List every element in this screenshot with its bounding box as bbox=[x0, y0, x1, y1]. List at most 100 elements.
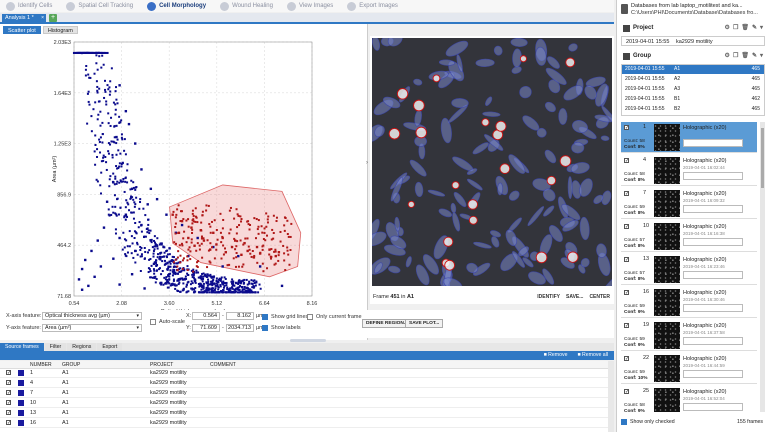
tab-filter[interactable]: Filter bbox=[44, 343, 67, 351]
project-select[interactable]: 2019-04-01 15:55 ka2929 motility bbox=[621, 36, 765, 46]
frame-comment-input[interactable] bbox=[683, 337, 743, 345]
y-min-input[interactable]: 71.609 bbox=[192, 324, 220, 332]
tab-histogram[interactable]: Histogram bbox=[42, 26, 78, 34]
wound-healing-button[interactable]: Wound Healing bbox=[220, 1, 273, 11]
x-min-input[interactable]: 0.564 bbox=[192, 312, 220, 320]
frame-comment-input[interactable] bbox=[683, 172, 743, 180]
only-current-frame-checkbox[interactable] bbox=[307, 314, 313, 320]
table-row[interactable]: ✓ 10 A1 ka2929 motility bbox=[0, 399, 608, 408]
tab-scatter-plot[interactable]: Scatter plot bbox=[3, 26, 41, 34]
col-comment[interactable]: COMMENT bbox=[210, 362, 236, 368]
group-row[interactable]: 2019-04-01 15:55 A2 465 bbox=[622, 75, 764, 84]
gear-icon[interactable]: ⚙ bbox=[725, 24, 730, 31]
frame-list-scrollbar[interactable] bbox=[760, 122, 765, 412]
show-labels-checkbox[interactable] bbox=[262, 325, 268, 331]
table-row[interactable]: ✓ 7 A1 ka2929 motility bbox=[0, 389, 608, 398]
frame-checkbox[interactable]: ✓ bbox=[624, 125, 629, 131]
analysis-tab[interactable]: Analysis 1 * × bbox=[2, 14, 46, 22]
row-checkbox[interactable]: ✓ bbox=[6, 380, 11, 386]
group-row[interactable]: 2019-04-01 15:55 A1 465 bbox=[622, 65, 764, 74]
spatial-tracking-button[interactable]: Spatial Cell Tracking bbox=[66, 1, 133, 11]
x-axis-feature-select[interactable]: Optical thickness avg (µm) bbox=[42, 312, 142, 320]
frame-checkbox[interactable]: ✓ bbox=[624, 389, 629, 395]
row-checkbox[interactable]: ✓ bbox=[6, 390, 11, 396]
show-only-checked-checkbox[interactable] bbox=[621, 419, 627, 425]
frame-comment-input[interactable] bbox=[683, 205, 743, 213]
frame-comment-input[interactable] bbox=[683, 403, 743, 411]
frame-comment-input[interactable] bbox=[683, 238, 743, 246]
copy-icon[interactable]: ❐ bbox=[733, 24, 738, 31]
table-row[interactable]: ✓ 16 A1 ka2929 motility bbox=[0, 419, 608, 428]
tab-export[interactable]: Export bbox=[97, 343, 123, 351]
copy-icon[interactable]: ❐ bbox=[733, 52, 738, 59]
group-row[interactable]: 2019-04-01 15:55 B1 462 bbox=[622, 95, 764, 104]
scatter-plot[interactable]: 0.54 2.08 3.60 5.12 6.64 8.16 71.68 464.2 856.9 1… bbox=[0, 36, 366, 326]
row-checkbox[interactable]: ✓ bbox=[6, 420, 11, 426]
frame-card[interactable]: ✓ 25 Count: 58 Conf: 9% Holographic (x20) 201… bbox=[621, 386, 757, 412]
edit-icon[interactable]: ✎ bbox=[752, 24, 757, 31]
frame-card[interactable]: ✓ 19 Count: 59 Conf: 9% Holographic (x20) 201… bbox=[621, 320, 757, 351]
gate-region[interactable] bbox=[169, 184, 302, 278]
panel-resize-grip[interactable] bbox=[290, 339, 326, 342]
frame-card[interactable]: ✓ 22 Count: 59 Conf: 10% Holographic (x20) 20… bbox=[621, 353, 757, 384]
group-row[interactable]: 2019-04-01 15:55 B2 465 bbox=[622, 105, 764, 114]
frame-checkbox[interactable]: ✓ bbox=[624, 191, 629, 197]
save-plot-button[interactable]: SAVE PLOT... bbox=[405, 319, 444, 328]
cell-morphology-button[interactable]: Cell Morphology bbox=[147, 1, 206, 11]
save-image-button[interactable]: SAVE... bbox=[566, 294, 583, 300]
frame-checkbox[interactable]: ✓ bbox=[624, 224, 629, 230]
export-images-button[interactable]: Export Images bbox=[347, 1, 398, 11]
autoscale-checkbox[interactable] bbox=[150, 319, 156, 325]
frame-checkbox[interactable]: ✓ bbox=[624, 158, 629, 164]
col-number[interactable]: NUMBER bbox=[30, 362, 52, 368]
table-scrollbar[interactable] bbox=[608, 361, 614, 432]
identify-button[interactable]: IDENTIFY bbox=[537, 294, 560, 300]
row-checkbox[interactable]: ✓ bbox=[6, 370, 11, 376]
frame-checkbox[interactable]: ✓ bbox=[624, 290, 629, 296]
frame-card[interactable]: ✓ 10 Count: 57 Conf: 8% Holographic (x20) 201… bbox=[621, 221, 757, 252]
delete-icon[interactable]: 🗑 bbox=[741, 52, 749, 59]
frame-comment-input[interactable] bbox=[683, 304, 743, 312]
gear-icon[interactable]: ⚙ bbox=[725, 52, 730, 59]
group-row[interactable]: 2019-04-01 15:55 A3 465 bbox=[622, 85, 764, 94]
row-checkbox[interactable]: ✓ bbox=[6, 410, 11, 416]
y-axis-feature-select[interactable]: Area (µm²) bbox=[42, 324, 142, 332]
frame-card[interactable]: ✓ 13 Count: 57 Conf: 8% Holographic (x20) 201… bbox=[621, 254, 757, 285]
frame-card[interactable]: ✓ 16 Count: 59 Conf: 9% Holographic (x20) 201… bbox=[621, 287, 757, 318]
y-max-input[interactable]: 2034.713 bbox=[226, 324, 254, 332]
col-group[interactable]: GROUP bbox=[62, 362, 80, 368]
table-row[interactable]: ✓ 4 A1 ka2929 motility bbox=[0, 379, 608, 388]
frame-card[interactable]: ✓ 1 Count: 58 Conf: 8% Holographic (x20) bbox=[621, 122, 757, 153]
remove-button[interactable]: ■ Remove bbox=[544, 352, 568, 358]
center-button[interactable]: CENTER bbox=[589, 294, 610, 300]
frame-card[interactable]: ✓ 4 Count: 58 Conf: 8% Holographic (x20) 2019… bbox=[621, 155, 757, 186]
frame-card[interactable]: ✓ 7 Count: 59 Conf: 8% Holographic (x20) 2019… bbox=[621, 188, 757, 219]
close-tab-icon[interactable]: × bbox=[41, 14, 44, 22]
cell-image[interactable] bbox=[372, 38, 612, 286]
scroll-thumb[interactable] bbox=[761, 128, 764, 188]
tab-regions[interactable]: Regions bbox=[67, 343, 97, 351]
filter-icon[interactable]: ▾ bbox=[760, 24, 763, 31]
tab-source-frames[interactable]: Source frames bbox=[0, 343, 44, 351]
frame-comment-input[interactable] bbox=[683, 139, 743, 147]
plot-controls: X-axis feature: Optical thickness avg (µ… bbox=[0, 310, 614, 338]
filter-icon[interactable]: ▾ bbox=[760, 52, 763, 59]
data-point bbox=[251, 282, 254, 285]
x-max-input[interactable]: 8.162 bbox=[226, 312, 254, 320]
show-grid-checkbox[interactable] bbox=[262, 314, 268, 320]
delete-icon[interactable]: 🗑 bbox=[741, 24, 749, 31]
frame-checkbox[interactable]: ✓ bbox=[624, 356, 629, 362]
frame-checkbox[interactable]: ✓ bbox=[624, 323, 629, 329]
add-analysis-button[interactable]: + bbox=[49, 14, 57, 22]
row-checkbox[interactable]: ✓ bbox=[6, 400, 11, 406]
remove-all-button[interactable]: ■ Remove all bbox=[577, 352, 608, 358]
view-images-button[interactable]: View Images bbox=[286, 1, 333, 11]
col-project[interactable]: PROJECT bbox=[150, 362, 173, 368]
table-row[interactable]: ✓ 1 A1 ka2929 motility bbox=[0, 369, 608, 378]
table-row[interactable]: ✓ 13 A1 ka2929 motility bbox=[0, 409, 608, 418]
identify-cells-button[interactable]: Identify Cells bbox=[6, 1, 52, 11]
frame-checkbox[interactable]: ✓ bbox=[624, 257, 629, 263]
edit-icon[interactable]: ✎ bbox=[752, 52, 757, 59]
frame-comment-input[interactable] bbox=[683, 271, 743, 279]
frame-comment-input[interactable] bbox=[683, 370, 743, 378]
